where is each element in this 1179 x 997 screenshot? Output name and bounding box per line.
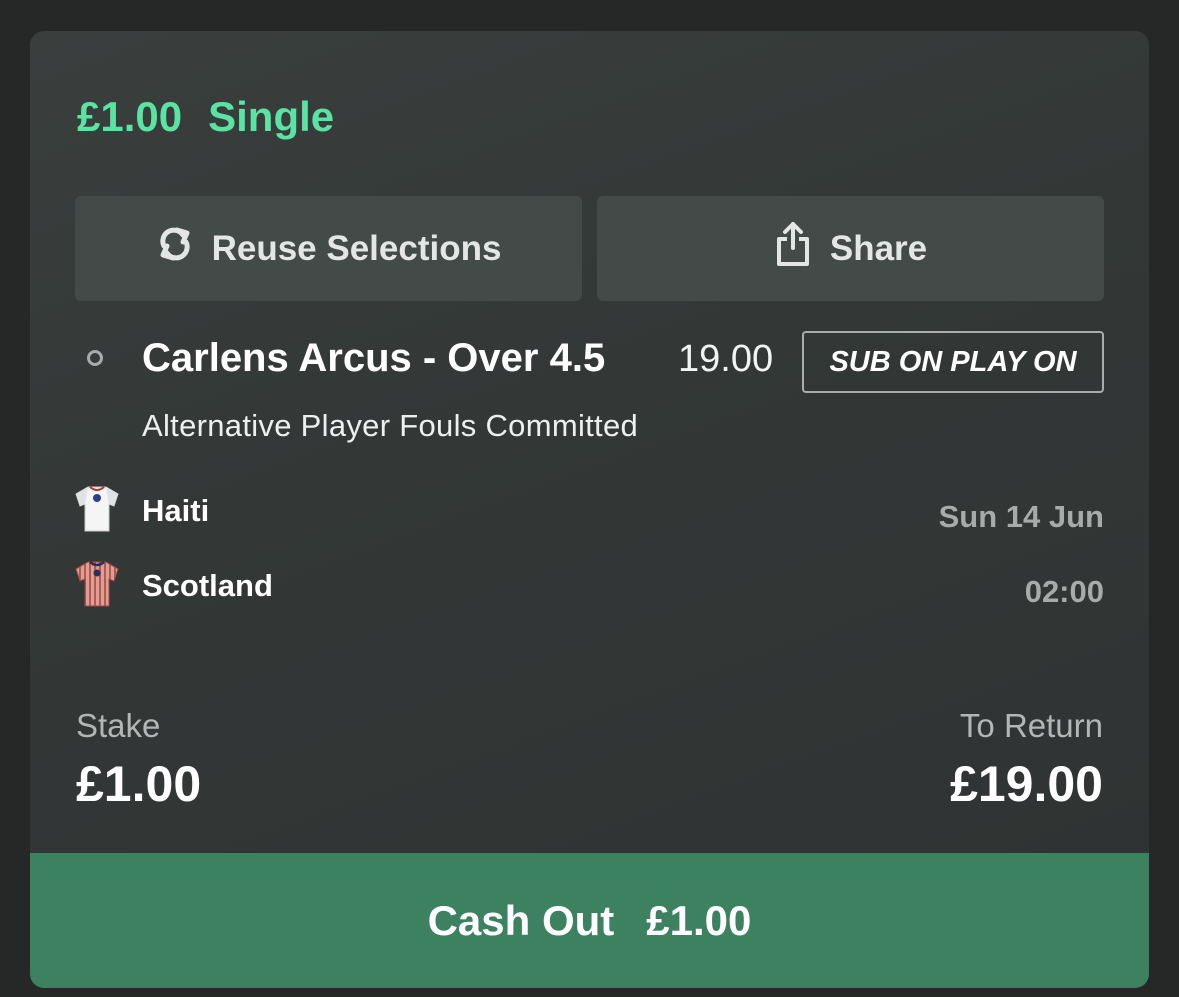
- cash-out-amount: £1.00: [646, 896, 752, 944]
- cash-out-button[interactable]: Cash Out £1.00: [30, 853, 1149, 988]
- away-team-name: Scotland: [142, 568, 273, 603]
- bet-header: £1.00 Single: [77, 93, 334, 141]
- share-icon: [774, 220, 830, 277]
- market-name: Alternative Player Fouls Committed: [142, 408, 639, 443]
- selection-status-dot: [87, 350, 103, 366]
- share-label: Share: [829, 228, 928, 268]
- sub-on-play-on-badge: SUB ON PLAY ON: [802, 331, 1104, 393]
- refresh-icon: [156, 222, 212, 275]
- white-jersey-icon: [74, 484, 120, 539]
- stake-label: Stake: [76, 707, 161, 744]
- to-return-value: £19.00: [950, 756, 1103, 812]
- reuse-selections-label: Reuse Selections: [211, 228, 502, 268]
- home-team-row: Haiti: [74, 484, 210, 539]
- striped-jersey-icon: [74, 559, 120, 614]
- cash-out-label: Cash Out: [427, 896, 615, 944]
- event-date: Sun 14 Jun: [938, 499, 1104, 534]
- bet-card: £1.00 Single Reuse Selections Share Carle…: [30, 31, 1149, 988]
- selection-name: Carlens Arcus - Over 4.5: [142, 336, 606, 380]
- stake-value: £1.00: [76, 756, 202, 812]
- bet-stake-amount: £1.00: [77, 93, 183, 140]
- reuse-selections-button[interactable]: Reuse Selections: [75, 196, 582, 301]
- event-time: 02:00: [1024, 574, 1104, 609]
- to-return-label: To Return: [959, 707, 1103, 744]
- away-team-row: Scotland: [74, 559, 273, 614]
- badge-label: SUB ON PLAY ON: [829, 345, 1077, 378]
- home-team-name: Haiti: [142, 493, 210, 528]
- selection-odds: 19.00: [678, 338, 774, 380]
- bet-type: Single: [208, 93, 335, 140]
- share-button[interactable]: Share: [597, 196, 1104, 301]
